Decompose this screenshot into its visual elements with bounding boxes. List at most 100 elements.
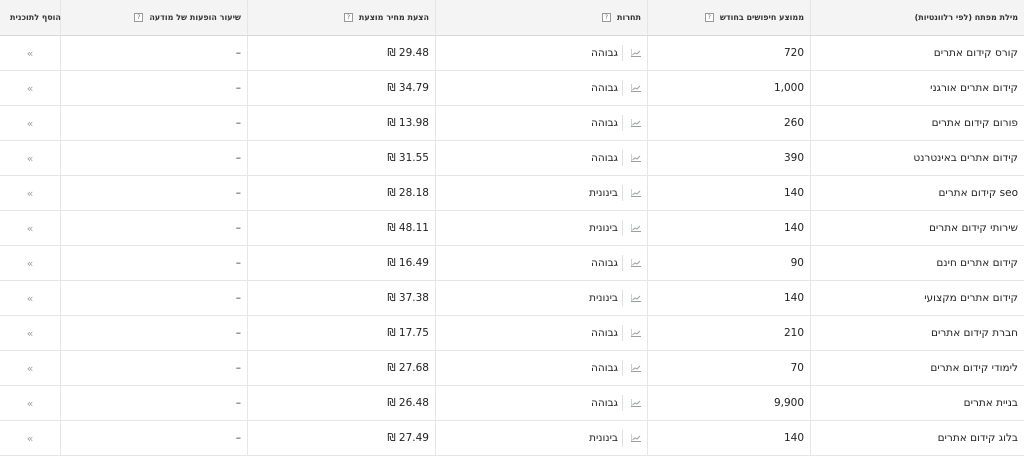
competition-cell: בינונית xyxy=(436,281,648,315)
keyword-cell[interactable]: קידום אתרים seo xyxy=(811,176,1024,210)
suggested-bid-cell: ₪ 48.11 xyxy=(248,211,436,245)
add-to-plan-icon[interactable]: « xyxy=(27,397,34,410)
suggested-bid-value: ₪ 26.48 xyxy=(387,397,429,409)
table-row: « – ₪ 27.49 בינונית 140 בלוג קידום אתרים xyxy=(0,421,1024,456)
header-impression-share-label: שיעור הופעות של מודעה xyxy=(149,13,241,22)
add-to-plan-icon[interactable]: « xyxy=(27,187,34,200)
add-to-plan-icon[interactable]: « xyxy=(27,327,34,340)
table-header: הוסף לתוכנית ? שיעור הופעות של מודעה ? הצע… xyxy=(0,0,1024,36)
help-icon[interactable]: ? xyxy=(704,13,714,22)
impression-share-value: – xyxy=(235,152,241,164)
add-to-plan-cell: « xyxy=(0,281,61,315)
avg-searches-value: 90 xyxy=(790,257,804,269)
help-icon[interactable]: ? xyxy=(343,13,353,22)
keyword-text: חברת קידום אתרים xyxy=(931,327,1018,339)
add-to-plan-icon[interactable]: « xyxy=(27,47,34,60)
add-to-plan-cell: « xyxy=(0,421,61,455)
add-to-plan-icon[interactable]: « xyxy=(27,82,34,95)
keyword-cell[interactable]: לימודי קידום אתרים xyxy=(811,351,1024,385)
add-to-plan-icon[interactable]: « xyxy=(27,222,34,235)
cell-divider xyxy=(622,430,623,446)
impression-share-cell: – xyxy=(61,36,248,70)
competition-cell: בינונית xyxy=(436,421,648,455)
add-to-plan-icon[interactable]: « xyxy=(27,432,34,445)
trend-chart-icon[interactable] xyxy=(631,84,641,92)
add-to-plan-cell: « xyxy=(0,211,61,245)
table-row: « – ₪ 31.55 גבוהה 390 קידום אתרים באינטרנט xyxy=(0,141,1024,176)
trend-chart-icon[interactable] xyxy=(631,294,641,302)
add-to-plan-cell: « xyxy=(0,176,61,210)
help-icon[interactable]: ? xyxy=(134,13,144,22)
table-row: « – ₪ 28.18 בינונית 140 קידום אתרים seo xyxy=(0,176,1024,211)
suggested-bid-cell: ₪ 37.38 xyxy=(248,281,436,315)
cell-divider xyxy=(622,360,623,376)
keyword-cell[interactable]: פורום קידום אתרים xyxy=(811,106,1024,140)
competition-value: גבוהה xyxy=(591,327,618,339)
suggested-bid-value: ₪ 27.49 xyxy=(387,432,429,444)
cell-divider xyxy=(622,115,623,131)
add-to-plan-icon[interactable]: « xyxy=(27,292,34,305)
keyword-text: לימודי קידום אתרים xyxy=(930,362,1018,374)
trend-chart-icon[interactable] xyxy=(631,434,641,442)
trend-chart-icon[interactable] xyxy=(631,49,641,57)
keyword-cell[interactable]: שירותי קידום אתרים xyxy=(811,211,1024,245)
header-impression-share[interactable]: ? שיעור הופעות של מודעה xyxy=(61,0,248,35)
trend-chart-icon[interactable] xyxy=(631,399,641,407)
competition-cell: גבוהה xyxy=(436,316,648,350)
keyword-text: קורס קידום אתרים xyxy=(933,47,1018,59)
suggested-bid-cell: ₪ 26.48 xyxy=(248,386,436,420)
avg-searches-cell: 140 xyxy=(648,176,811,210)
trend-chart-icon[interactable] xyxy=(631,189,641,197)
avg-searches-value: 1,000 xyxy=(773,82,804,94)
help-icon[interactable]: ? xyxy=(602,13,611,22)
header-add-to-plan[interactable]: הוסף לתוכנית xyxy=(0,0,61,35)
keyword-cell[interactable]: קידום אתרים אורגני xyxy=(811,71,1024,105)
trend-chart-icon[interactable] xyxy=(631,224,641,232)
table-row: « – ₪ 16.49 גבוהה 90 קידום אתרים חינם xyxy=(0,246,1024,281)
header-suggested-bid[interactable]: ? הצעת מחיר מוצעת xyxy=(248,0,436,35)
impression-share-value: – xyxy=(235,222,241,234)
avg-searches-cell: 70 xyxy=(648,351,811,385)
competition-value: גבוהה xyxy=(591,257,618,269)
competition-cell: גבוהה xyxy=(436,106,648,140)
trend-chart-icon[interactable] xyxy=(631,259,641,267)
keyword-cell[interactable]: קידום אתרים באינטרנט xyxy=(811,141,1024,175)
add-to-plan-icon[interactable]: « xyxy=(27,152,34,165)
avg-searches-cell: 90 xyxy=(648,246,811,280)
add-to-plan-icon[interactable]: « xyxy=(27,117,34,130)
impression-share-cell: – xyxy=(61,281,248,315)
competition-cell: גבוהה xyxy=(436,141,648,175)
avg-searches-value: 9,900 xyxy=(773,397,804,409)
trend-chart-icon[interactable] xyxy=(631,329,641,337)
suggested-bid-value: ₪ 31.55 xyxy=(387,152,429,164)
competition-cell: בינונית xyxy=(436,176,648,210)
trend-chart-icon[interactable] xyxy=(631,364,641,372)
add-to-plan-icon[interactable]: « xyxy=(27,362,34,375)
suggested-bid-value: ₪ 16.49 xyxy=(387,257,429,269)
competition-value: בינונית xyxy=(589,187,618,199)
suggested-bid-cell: ₪ 27.49 xyxy=(248,421,436,455)
suggested-bid-value: ₪ 17.75 xyxy=(387,327,429,339)
add-to-plan-cell: « xyxy=(0,106,61,140)
header-avg-searches[interactable]: ? ממוצע חיפושים בחודש xyxy=(648,0,811,35)
header-competition[interactable]: ? תחרות xyxy=(436,0,648,35)
keyword-cell[interactable]: בלוג קידום אתרים xyxy=(811,421,1024,455)
keyword-cell[interactable]: בניית אתרים xyxy=(811,386,1024,420)
header-keyword[interactable]: מילת מפתח (לפי רלוונטיות) xyxy=(811,0,1024,35)
trend-chart-icon[interactable] xyxy=(631,119,641,127)
impression-share-value: – xyxy=(235,47,241,59)
add-to-plan-cell: « xyxy=(0,386,61,420)
trend-chart-icon[interactable] xyxy=(631,154,641,162)
keyword-text: קידום אתרים seo xyxy=(938,187,1018,199)
cell-divider xyxy=(622,150,623,166)
keyword-cell[interactable]: חברת קידום אתרים xyxy=(811,316,1024,350)
add-to-plan-icon[interactable]: « xyxy=(27,257,34,270)
keyword-text: שירותי קידום אתרים xyxy=(928,222,1018,234)
competition-value: גבוהה xyxy=(591,397,618,409)
table-row: « – ₪ 17.75 גבוהה 210 חברת קידום אתרים xyxy=(0,316,1024,351)
keyword-cell[interactable]: קידום אתרים מקצועי xyxy=(811,281,1024,315)
competition-cell: גבוהה xyxy=(436,386,648,420)
impression-share-value: – xyxy=(235,362,241,374)
keyword-cell[interactable]: קידום אתרים חינם xyxy=(811,246,1024,280)
keyword-cell[interactable]: קורס קידום אתרים xyxy=(811,36,1024,70)
